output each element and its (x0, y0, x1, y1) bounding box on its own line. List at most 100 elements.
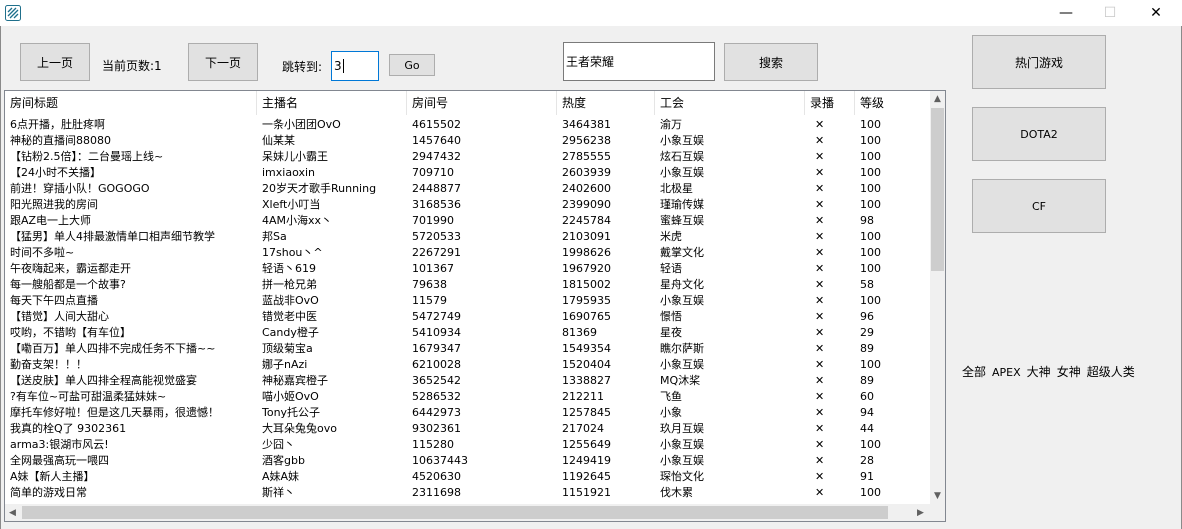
cf-button[interactable]: CF (972, 179, 1106, 233)
table-row[interactable]: 【嘞百万】单人四排不完成任务不下播~~ 顶级菊宝a 1679347 1549354 瞧尔… (5, 341, 930, 357)
column-header-title[interactable]: 房间标题 (5, 91, 257, 115)
scroll-right-icon[interactable]: ▶ (913, 505, 928, 521)
vertical-scroll-thumb[interactable] (931, 108, 944, 271)
table-row[interactable]: 每天下午四点直播 蓝战非OvO 11579 1795935 小象互娱 ✕ 100 (5, 293, 930, 309)
table-row[interactable]: 摩托车修好啦！但是这几天暴雨，很遗憾！ Tony托公子 6442973 1257845… (5, 405, 930, 421)
jump-page-input[interactable]: 3 (331, 51, 379, 81)
table-row[interactable]: 神秘的直播间88080 仙某某 1457640 2956238 小象互娱 ✕ 100 (5, 133, 930, 149)
cell-guild: 瞧尔萨斯 (660, 342, 704, 355)
cell-recording: ✕ (815, 134, 825, 147)
column-header-guild[interactable]: 工会 (655, 91, 805, 115)
scroll-up-icon[interactable]: ▲ (930, 91, 945, 107)
dota2-button[interactable]: DOTA2 (972, 107, 1106, 161)
cell-room-id: 1679347 (412, 342, 461, 355)
cell-guild: 小象互娱 (660, 134, 704, 147)
table-row[interactable]: 6点开播，肚肚疼啊 一条小团团OvO 4615502 3464381 渝万 ✕ 100 (5, 117, 930, 133)
table-row[interactable]: 午夜嗨起来，霸运都走开 轻语丶619 101367 1967920 轻语 ✕ 100 (5, 261, 930, 277)
table-row[interactable]: arma3:银湖市风云! 少囧丶 115280 1255649 小象互娱 ✕ 100 (5, 437, 930, 453)
table-row[interactable]: 每一艘船都是一个故事? 拼一枪兄弟 79638 1815002 星舟文化 ✕ 58 (5, 277, 930, 293)
cell-recording: ✕ (815, 470, 825, 483)
table-row[interactable]: 前进！穿插小队！GOGOGO 20岁天才歌手Running 2448877 24026… (5, 181, 930, 197)
cell-title: arma3:银湖市风云! (10, 438, 109, 451)
tag-master[interactable]: 大神 (1027, 365, 1051, 379)
table-row[interactable]: 【24小时不关播】 imxiaoxin 709710 2603939 小象互娱 ✕ 100 (5, 165, 930, 181)
table-row[interactable]: 简单的游戏日常 斯祥丶 2311698 1151921 伐木累 ✕ 100 (5, 485, 930, 501)
cell-host: 20岁天才歌手Running (262, 182, 377, 195)
table-row[interactable]: 【错觉】人间大甜心 错觉老中医 5472749 1690765 憬悟 ✕ 96 (5, 309, 930, 325)
cell-heat: 217024 (562, 422, 604, 435)
tag-goddess[interactable]: 女神 (1057, 365, 1081, 379)
scroll-left-icon[interactable]: ◀ (5, 505, 20, 521)
cell-room-id: 5286532 (412, 390, 461, 403)
cell-host: Xleft小叮当 (262, 198, 321, 211)
cell-host: A妹A妹 (262, 470, 300, 483)
table-row[interactable]: 全网最强高玩一喂四 酒客gbb 10637443 1249419 小象互娱 ✕ 28 (5, 453, 930, 469)
cell-guild: 憬悟 (660, 310, 682, 323)
cell-heat: 1520404 (562, 358, 611, 371)
cell-guild: MQ沐桨 (660, 374, 701, 387)
tag-apex[interactable]: APEX (992, 366, 1021, 379)
cell-title: 神秘的直播间88080 (10, 134, 111, 147)
table-row[interactable]: A妹【新人主播】 A妹A妹 4520630 1192645 琛怡文化 ✕ 91 (5, 469, 930, 485)
vertical-scrollbar[interactable]: ▲ ▼ (930, 91, 945, 504)
column-header-heat[interactable]: 热度 (557, 91, 655, 115)
column-header-recording[interactable]: 录播 (805, 91, 855, 115)
cell-host: imxiaoxin (262, 166, 316, 179)
cell-room-id: 2311698 (412, 486, 461, 499)
cell-recording: ✕ (815, 358, 825, 371)
cell-guild: 小象互娱 (660, 454, 704, 467)
cell-level: 44 (860, 422, 874, 435)
table-row[interactable]: 跟AZ电一上大师 4AM小海xx丶 701990 2245784 蜜蜂互娱 ✕ 98 (5, 213, 930, 229)
cell-room-id: 3652542 (412, 374, 461, 387)
cell-heat: 1151921 (562, 486, 611, 499)
table-row[interactable]: ?有车位~可盐可甜温柔猛妹妹~ 喵小姬OvO 5286532 212211 飞鱼 ✕ 60 (5, 389, 930, 405)
search-input[interactable]: 王者荣耀 (563, 42, 715, 81)
cell-title: 我真的栓Q了 9302361 (10, 422, 127, 435)
minimize-button[interactable]: — (1043, 0, 1089, 26)
cell-recording: ✕ (815, 310, 825, 323)
table-header: 房间标题 主播名 房间号 热度 工会 录播 等级 (5, 91, 930, 115)
cell-guild: 渝万 (660, 118, 682, 131)
table-row[interactable]: 勤奋支架！！！ 娜子nAzi 6210028 1520404 小象互娱 ✕ 100 (5, 357, 930, 373)
column-header-room-id[interactable]: 房间号 (407, 91, 557, 115)
cell-heat: 2785555 (562, 150, 611, 163)
table-row[interactable]: 【猛男】单人4排最激情单口相声细节教学 邦Sa 5720533 2103091 米虎 ✕ 1… (5, 229, 930, 245)
horizontal-scrollbar[interactable]: ◀ ▶ (5, 504, 930, 521)
tag-superhuman[interactable]: 超级人类 (1087, 365, 1135, 379)
tag-all[interactable]: 全部 (962, 365, 986, 379)
search-button[interactable]: 搜索 (724, 43, 818, 81)
cell-heat: 1549354 (562, 342, 611, 355)
go-button[interactable]: Go (389, 54, 435, 76)
prev-page-button[interactable]: 上一页 (20, 43, 90, 81)
cell-host: 斯祥丶 (262, 486, 295, 499)
next-page-button[interactable]: 下一页 (188, 43, 258, 81)
horizontal-scroll-thumb[interactable] (22, 506, 888, 519)
table-row[interactable]: 时间不多啦~ 17shou丶^ 2267291 1998626 戴掌文化 ✕ 100 (5, 245, 930, 261)
hot-games-button[interactable]: 热门游戏 (972, 35, 1106, 89)
table-row[interactable]: 阳光照进我的房间 Xleft小叮当 3168536 2399090 瑾瑜传媒 ✕ 100 (5, 197, 930, 213)
close-button[interactable]: ✕ (1133, 0, 1179, 26)
cell-level: 60 (860, 390, 874, 403)
table-row[interactable]: 【钻粉2.5倍】：二台曼瑶上线~ 呆妹儿小霸王 2947432 2785555 炫石互娱… (5, 149, 930, 165)
scroll-down-icon[interactable]: ▼ (930, 488, 945, 504)
scrollbar-corner (930, 504, 945, 521)
cell-heat: 1795935 (562, 294, 611, 307)
cell-heat: 1338827 (562, 374, 611, 387)
maximize-button[interactable]: ☐ (1087, 0, 1133, 26)
title-bar: — ☐ ✕ (0, 0, 1182, 26)
cell-host: 邦Sa (262, 230, 287, 243)
table-row[interactable]: 【送皮肤】单人四排全程高能视觉盛宴 神秘嘉宾橙子 3652542 1338827 MQ沐… (5, 373, 930, 389)
cell-room-id: 2267291 (412, 246, 461, 259)
cell-recording: ✕ (815, 150, 825, 163)
column-header-level[interactable]: 等级 (855, 91, 930, 115)
table-row[interactable]: 我真的栓Q了 9302361 大耳朵兔兔ovo 9302361 217024 玖月互娱 ✕… (5, 421, 930, 437)
cell-recording: ✕ (815, 182, 825, 195)
cell-guild: 琛怡文化 (660, 470, 704, 483)
cell-room-id: 115280 (412, 438, 454, 451)
column-header-host[interactable]: 主播名 (257, 91, 407, 115)
table-row[interactable]: 哎哟，不错哟【有车位】 Candy橙子 5410934 81369 星夜 ✕ 29 (5, 325, 930, 341)
cell-guild: 北极星 (660, 182, 693, 195)
cell-guild: 炫石互娱 (660, 150, 704, 163)
cell-recording: ✕ (815, 166, 825, 179)
cell-room-id: 101367 (412, 262, 454, 275)
